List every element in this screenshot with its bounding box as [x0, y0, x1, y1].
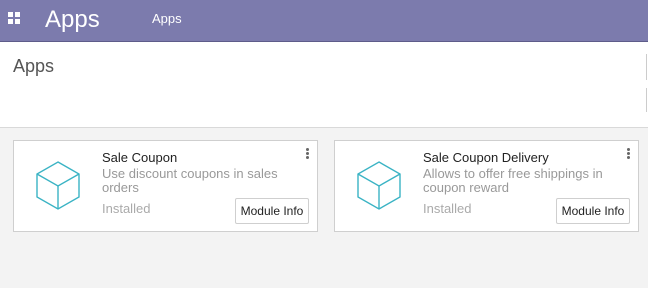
- top-navbar: Apps Apps: [0, 0, 648, 42]
- module-card-sale-coupon-delivery[interactable]: Sale Coupon Delivery Allows to offer fre…: [334, 140, 639, 232]
- app-title: Apps: [45, 6, 100, 33]
- module-info-button[interactable]: Module Info: [556, 198, 630, 224]
- cube-icon: [357, 161, 401, 210]
- module-name: Sale Coupon Delivery: [423, 150, 549, 165]
- control-panel: Apps: [0, 42, 648, 128]
- module-status: Installed: [102, 201, 151, 216]
- module-summary: Allows to offer free shippings in coupon…: [423, 166, 603, 195]
- module-name: Sale Coupon: [102, 150, 178, 165]
- card-menu-kebab-icon[interactable]: [304, 148, 310, 162]
- module-info-button[interactable]: Module Info: [235, 198, 309, 224]
- cube-icon: [36, 161, 80, 210]
- card-menu-kebab-icon[interactable]: [625, 148, 631, 162]
- module-card-sale-coupon[interactable]: Sale Coupon Use discount coupons in sale…: [13, 140, 318, 232]
- menu-item-apps[interactable]: Apps: [152, 11, 182, 27]
- module-summary: Use discount coupons in sales orders: [102, 166, 278, 195]
- module-status: Installed: [423, 201, 472, 216]
- app-switcher-grid-icon[interactable]: [8, 12, 20, 24]
- breadcrumb: Apps: [13, 56, 55, 76]
